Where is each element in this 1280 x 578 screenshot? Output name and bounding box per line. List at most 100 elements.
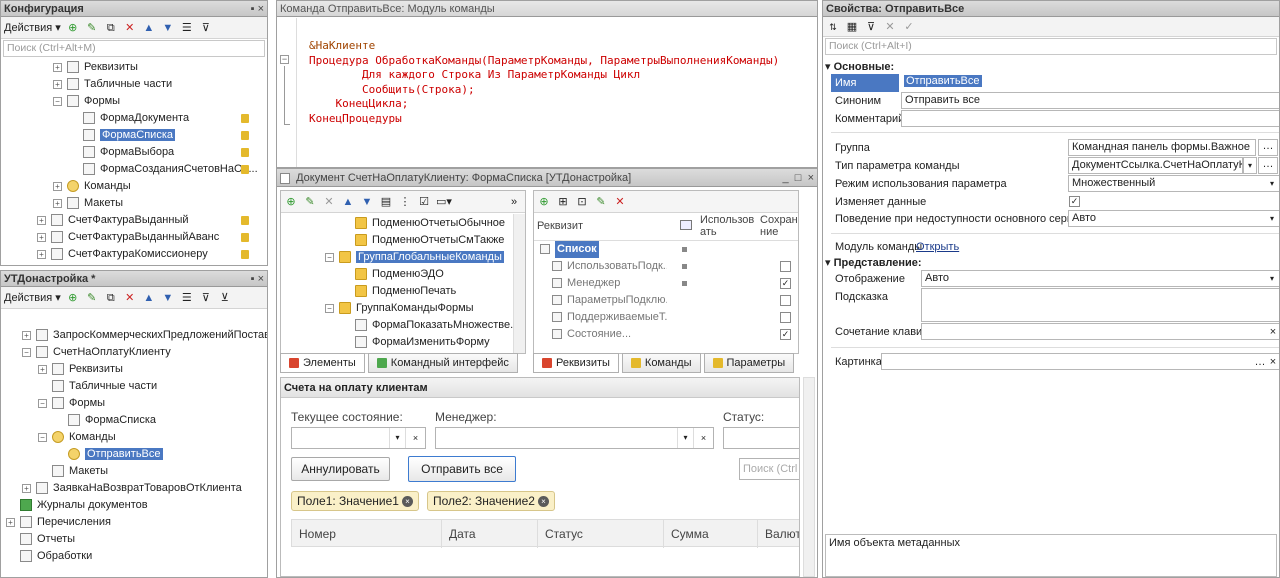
preview-scrollbar[interactable] <box>803 377 815 577</box>
picture-field[interactable] <box>881 353 1279 370</box>
close-icon[interactable]: × <box>808 172 814 184</box>
pin-icon[interactable]: ▪ <box>251 3 255 15</box>
collapse-icon[interactable]: − <box>22 347 31 357</box>
tree-node[interactable]: ПодменюПечать <box>281 283 525 300</box>
clear-icon[interactable]: × <box>1267 323 1279 341</box>
tree-node[interactable]: + Перечисления <box>1 514 267 531</box>
tab-command-interface[interactable]: Командный интерфейс <box>367 353 518 373</box>
hint-field[interactable] <box>921 288 1279 322</box>
code-area[interactable]: &НаКлиенте Процедура ОбработкаКоманды(Пар… <box>309 39 779 126</box>
tree-settings-icon[interactable]: ⋮ <box>398 195 412 209</box>
expand-icon[interactable]: + <box>53 198 62 208</box>
tab-attributes[interactable]: Реквизиты <box>533 353 619 373</box>
list-icon[interactable]: ☰ <box>180 291 194 305</box>
tree-node[interactable]: ОтправитьВсе <box>1 446 267 463</box>
collapse-icon[interactable]: − <box>38 398 47 408</box>
group-field[interactable]: Командная панель формы.Важное <box>1068 139 1256 156</box>
expand-icon[interactable]: + <box>22 330 31 340</box>
remove-chip-icon[interactable]: × <box>401 496 413 508</box>
tree-node[interactable]: Табличные части <box>1 378 267 395</box>
column-sum[interactable]: Сумма <box>664 520 758 548</box>
tree-node[interactable]: Отчеты <box>1 531 267 548</box>
tree-node[interactable]: Журналы документов <box>1 497 267 514</box>
tab-commands[interactable]: Команды <box>621 353 701 373</box>
param-mode-field[interactable]: Множественный <box>1068 175 1279 192</box>
clear-icon[interactable]: × <box>405 428 425 448</box>
move-up-icon[interactable]: ▲ <box>341 195 355 209</box>
manager-input[interactable]: ▾ × <box>435 427 714 449</box>
attribute-row[interactable]: Список <box>534 241 798 258</box>
add-icon[interactable]: ⊕ <box>66 291 80 305</box>
add-icon[interactable]: ⊕ <box>284 195 298 209</box>
attribute-row[interactable]: Менеджер ✓ <box>534 275 798 292</box>
dropdown-icon[interactable]: ▾ <box>1243 157 1257 174</box>
expand-icon[interactable]: + <box>37 249 46 259</box>
tree-node[interactable]: + Команды <box>1 178 267 195</box>
copy-icon[interactable]: ⧉ <box>104 291 118 305</box>
behavior-field[interactable]: Авто <box>1068 210 1279 227</box>
name-field[interactable]: ОтправитьВсе <box>901 74 1276 91</box>
tree-node[interactable]: + Реквизиты <box>1 59 267 76</box>
select-button[interactable]: … <box>1258 157 1278 174</box>
move-up-icon[interactable]: ▲ <box>142 291 156 305</box>
categories-icon[interactable]: ▦ <box>845 20 859 34</box>
tree-node[interactable]: + СчетФактураКомиссионеру <box>1 246 267 263</box>
tree-node[interactable]: − ГруппаГлобальныеКоманды <box>281 249 525 266</box>
select-button[interactable]: … <box>1253 353 1267 371</box>
config-search-input[interactable]: Поиск (Ctrl+Alt+M) <box>3 40 265 57</box>
display-field[interactable]: Авто <box>921 270 1279 287</box>
close-icon[interactable]: × <box>258 3 264 15</box>
modifies-checkbox[interactable]: ✓ <box>1069 196 1080 207</box>
column-date[interactable]: Дата <box>442 520 538 548</box>
add-icon[interactable]: ⊕ <box>66 21 80 35</box>
attribute-row[interactable]: ИспользоватьПодк... <box>534 258 798 275</box>
tree-node[interactable]: − ГруппаКомандыФормы <box>281 300 525 317</box>
collapse-icon[interactable]: − <box>38 432 47 442</box>
properties-icon[interactable]: ▤ <box>379 195 393 209</box>
ut-actions-menu[interactable]: Действия ▾ <box>4 291 61 304</box>
edit-icon[interactable]: ✎ <box>85 21 99 35</box>
comment-field[interactable] <box>901 110 1279 127</box>
apply-icon[interactable]: ✓ <box>902 20 916 34</box>
more-icon[interactable]: » <box>507 195 521 209</box>
delete-icon[interactable]: ✕ <box>123 21 137 35</box>
save-checkbox[interactable]: ✓ <box>780 278 791 289</box>
edit-icon[interactable]: ✎ <box>303 195 317 209</box>
tree-node[interactable]: ПодменюЭДО <box>281 266 525 283</box>
list-icon[interactable]: ☰ <box>180 21 194 35</box>
move-up-icon[interactable]: ▲ <box>142 21 156 35</box>
clear-icon[interactable]: × <box>1267 353 1279 371</box>
collapse-icon[interactable]: − <box>280 55 289 64</box>
state-input[interactable]: ▾ × <box>291 427 426 449</box>
tree-node[interactable]: Макеты <box>1 463 267 480</box>
dropdown-icon[interactable]: ▾ <box>677 428 693 448</box>
add-child-icon[interactable]: ⊡ <box>575 195 589 209</box>
filter-icon[interactable]: ⊽ <box>199 21 213 35</box>
minimize-icon[interactable]: _ <box>783 172 789 184</box>
cancel-icon[interactable]: ✕ <box>883 20 897 34</box>
dropdown-icon[interactable]: ▾ <box>389 428 405 448</box>
tree-node[interactable]: ФормаСписка <box>1 412 267 429</box>
add-column-icon[interactable]: ⊞ <box>556 195 570 209</box>
actions-menu[interactable]: Действия ▾ <box>4 21 61 34</box>
collapse-icon[interactable]: − <box>325 303 334 313</box>
expand-icon[interactable]: + <box>53 79 62 89</box>
tree-node[interactable]: ФормаПоказатьМножестве... <box>281 317 525 334</box>
filter-chip-1[interactable]: Поле1: Значение1 × <box>291 491 419 511</box>
tree-node[interactable]: Обработки <box>1 548 267 565</box>
param-type-field[interactable]: ДокументСсылка.СчетНаОплатуКлие <box>1068 157 1243 174</box>
filter-properties-icon[interactable]: ⊽ <box>864 20 878 34</box>
expand-icon[interactable]: + <box>53 62 62 72</box>
expand-icon[interactable]: + <box>22 483 31 493</box>
expand-icon[interactable]: + <box>6 517 15 527</box>
tree-node[interactable]: ФормаДокумента <box>1 110 267 127</box>
save-checkbox[interactable] <box>780 312 791 323</box>
attribute-row[interactable]: Состояние... ✓ <box>534 326 798 343</box>
properties-search-input[interactable]: Поиск (Ctrl+Alt+I) <box>825 38 1277 55</box>
pin-icon[interactable]: ▪ <box>251 273 255 285</box>
attribute-row[interactable]: ПоддерживаемыеТ... <box>534 309 798 326</box>
sort-az-icon[interactable]: ⇅ <box>826 20 840 34</box>
collapse-icon[interactable]: − <box>53 96 62 106</box>
dropdown-icon[interactable]: ▾ <box>1265 175 1279 192</box>
tree-node[interactable]: ПодменюОтчетыОбычное <box>281 215 525 232</box>
